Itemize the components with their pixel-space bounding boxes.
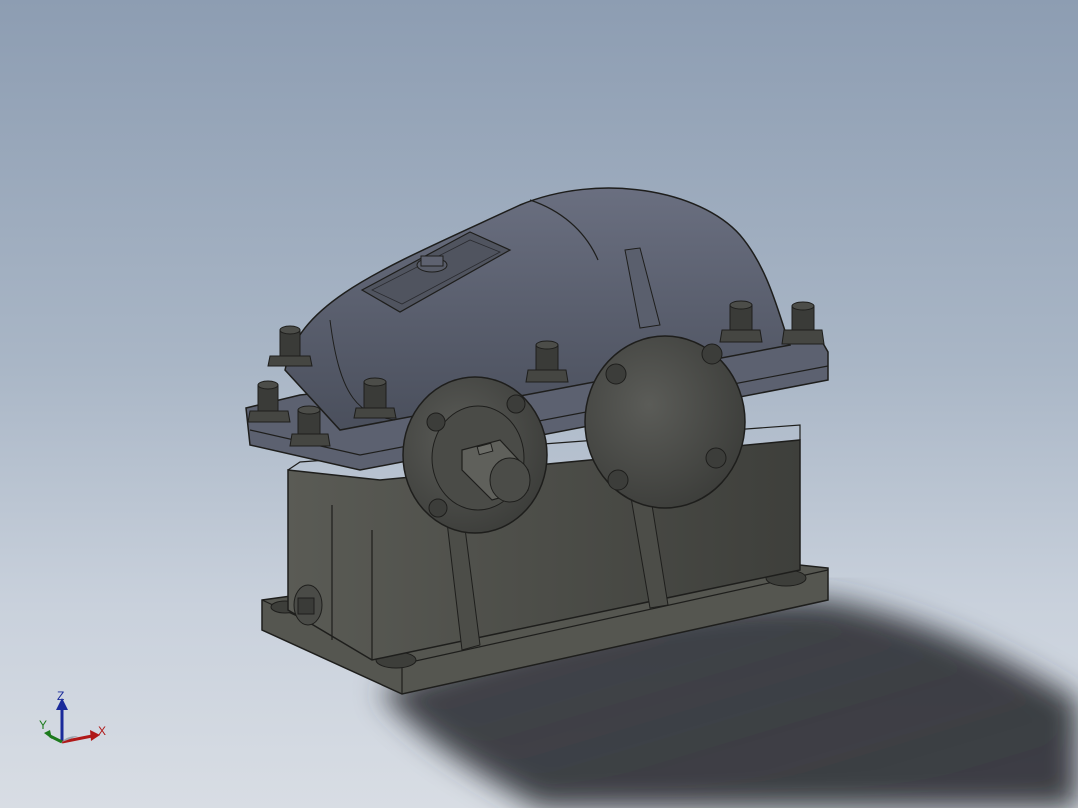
hex-bolt[interactable] bbox=[781, 301, 825, 345]
cap-bolt bbox=[607, 469, 629, 491]
cap-bolt bbox=[428, 498, 448, 518]
y-axis-label: Y bbox=[39, 718, 48, 732]
x-axis-label: X bbox=[98, 724, 107, 738]
oil-drain-plug[interactable] bbox=[293, 584, 323, 626]
z-axis-label: Z bbox=[57, 689, 65, 703]
graphics-viewport[interactable]: Z X Y bbox=[0, 0, 1078, 808]
3d-model-scene[interactable] bbox=[0, 0, 1078, 808]
cap-bolt bbox=[506, 394, 526, 414]
cap-bolt bbox=[705, 447, 727, 469]
breather-plug[interactable] bbox=[416, 255, 448, 273]
output-bearing-cap[interactable] bbox=[584, 335, 746, 509]
cap-bolt bbox=[605, 363, 627, 385]
y-axis-arrow bbox=[49, 734, 63, 744]
cap-bolt bbox=[701, 343, 723, 365]
orientation-triad[interactable]: Z X Y bbox=[30, 684, 120, 754]
cap-bolt bbox=[426, 412, 446, 432]
